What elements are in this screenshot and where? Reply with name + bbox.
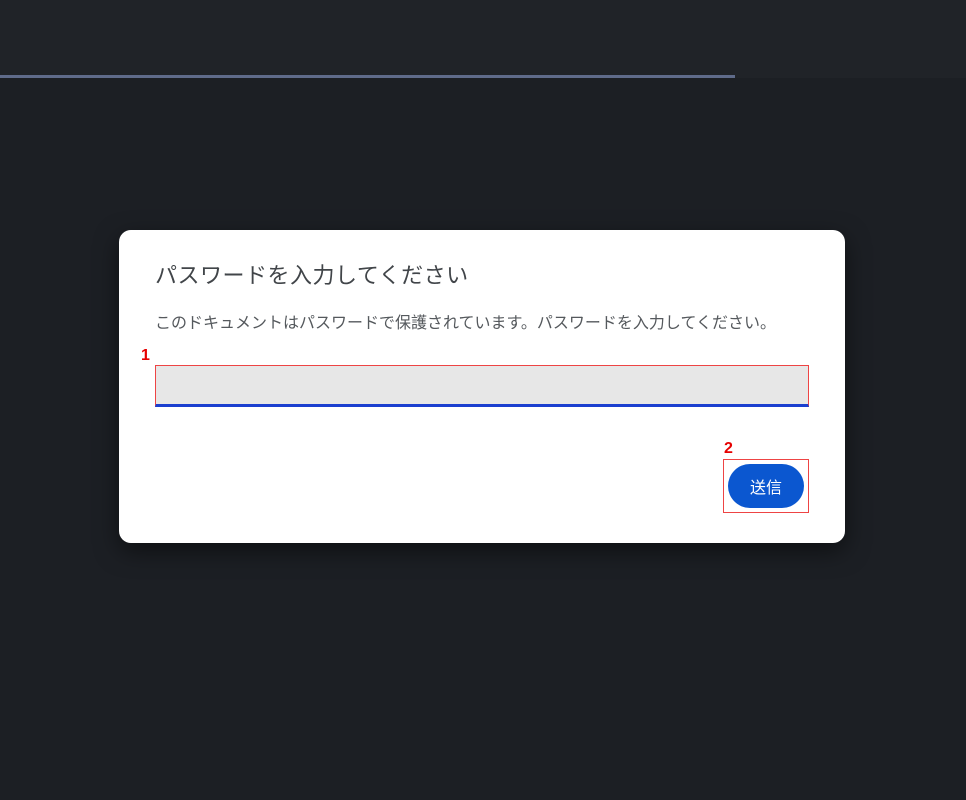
top-bar bbox=[0, 0, 966, 78]
loading-progress-line bbox=[0, 75, 735, 78]
annotation-marker-2: 2 bbox=[724, 440, 733, 458]
password-input-wrapper: 1 bbox=[155, 365, 809, 407]
submit-button[interactable]: 送信 bbox=[728, 464, 804, 508]
dialog-title: パスワードを入力してください bbox=[155, 258, 809, 290]
submit-button-wrapper: 2 送信 bbox=[723, 459, 809, 513]
dialog-actions-row: 2 送信 bbox=[155, 459, 809, 513]
annotation-marker-1: 1 bbox=[141, 347, 150, 365]
password-dialog: パスワードを入力してください このドキュメントはパスワードで保護されています。パ… bbox=[119, 230, 845, 543]
password-input[interactable] bbox=[155, 365, 809, 407]
dialog-description: このドキュメントはパスワードで保護されています。パスワードを入力してください。 bbox=[155, 310, 809, 337]
